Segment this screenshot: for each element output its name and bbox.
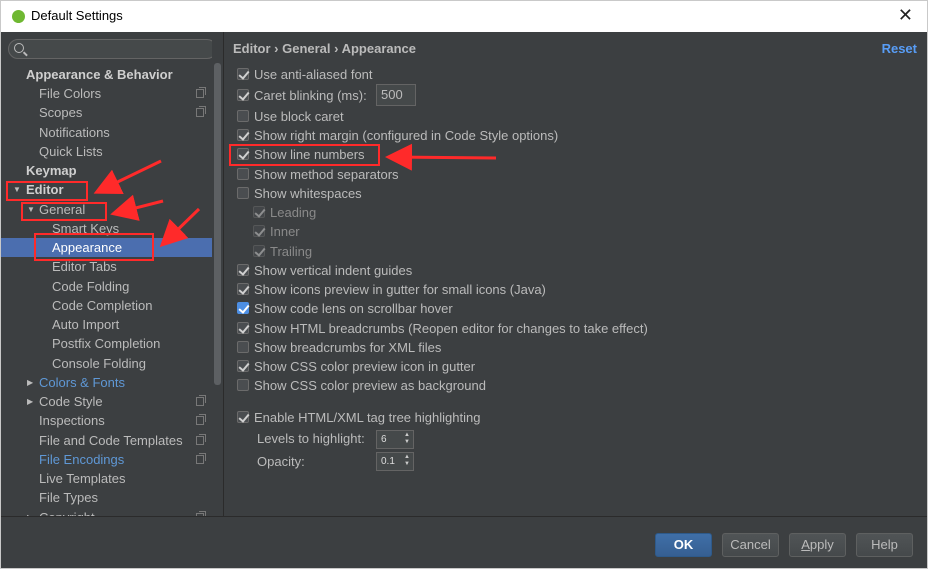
sidebar-item-keymap[interactable]: Keymap (1, 161, 212, 180)
sidebar-item-appearance-behavior[interactable]: Appearance & Behavior (1, 65, 212, 84)
search-icon (14, 43, 24, 53)
collapse-arrow-icon[interactable]: ▶ (27, 508, 33, 516)
search-input[interactable] (8, 39, 212, 59)
project-scope-icon (196, 434, 206, 445)
checkbox[interactable] (237, 187, 249, 199)
sidebar-item-colors-fonts[interactable]: ▶ Colors & Fonts (1, 373, 212, 392)
project-scope-icon (196, 87, 206, 98)
ok-button[interactable]: OK (655, 533, 712, 557)
close-icon[interactable]: ✕ (898, 5, 913, 25)
android-studio-icon (12, 10, 25, 23)
project-scope-icon (196, 414, 206, 425)
spinner-arrows-icon[interactable]: ▲ ▼ (403, 454, 411, 469)
cancel-button[interactable]: Cancel (722, 533, 779, 557)
sidebar-item-auto-import[interactable]: Auto Import (1, 315, 212, 334)
opacity-spinner[interactable]: 0.1 ▲ ▼ (376, 452, 414, 471)
checkbox[interactable] (237, 341, 249, 353)
checkbox[interactable] (253, 225, 265, 237)
sidebar-scrollbar[interactable] (214, 63, 221, 385)
checkbox[interactable] (237, 360, 249, 372)
project-scope-icon (196, 106, 206, 117)
checkbox[interactable] (237, 322, 249, 334)
sidebar-item-file-encodings[interactable]: File Encodings (1, 450, 212, 469)
checkbox[interactable] (253, 206, 265, 218)
sidebar-item-code-completion[interactable]: Code Completion (1, 296, 212, 315)
checkbox[interactable] (237, 89, 249, 101)
sidebar-item-notifications[interactable]: Notifications (1, 123, 212, 142)
dialog-footer: OK Cancel Apply Help (1, 517, 927, 568)
annotation-box-appearance (34, 233, 154, 261)
checkbox[interactable] (237, 68, 249, 80)
annotation-box-editor (6, 181, 88, 201)
collapse-arrow-icon[interactable]: ▶ (27, 392, 33, 411)
checkbox[interactable] (237, 168, 249, 180)
sidebar-item-code-folding[interactable]: Code Folding (1, 277, 212, 296)
help-button[interactable]: Help (856, 533, 913, 557)
collapse-arrow-icon[interactable]: ▶ (27, 373, 33, 392)
caret-blinking-input[interactable]: 500 (376, 84, 416, 106)
apply-button[interactable]: Apply (789, 533, 846, 557)
sidebar-item-file-colors[interactable]: File Colors (1, 84, 212, 103)
settings-sidebar: Appearance & Behavior File Colors Scopes… (1, 32, 212, 516)
title-bar: Default Settings ✕ (1, 1, 927, 32)
sidebar-item-code-style[interactable]: ▶ Code Style (1, 392, 212, 411)
appearance-panel: Editor › General › Appearance Reset Use … (223, 32, 927, 516)
sidebar-item-copyright[interactable]: ▶ Copyright (1, 508, 212, 516)
sidebar-item-file-types[interactable]: File Types (1, 488, 212, 507)
checkbox[interactable] (253, 245, 265, 257)
checkbox[interactable] (237, 283, 249, 295)
sidebar-item-file-code-templates[interactable]: File and Code Templates (1, 431, 212, 450)
sidebar-item-postfix-completion[interactable]: Postfix Completion (1, 334, 212, 353)
sidebar-item-inspections[interactable]: Inspections (1, 411, 212, 430)
levels-spinner[interactable]: 6 ▲ ▼ (376, 430, 414, 449)
annotation-box-general (21, 202, 107, 221)
window-title: Default Settings (31, 8, 123, 23)
reset-link[interactable]: Reset (882, 41, 917, 56)
annotation-box-line-numbers (229, 144, 380, 166)
checkbox[interactable] (237, 302, 249, 314)
sidebar-item-quick-lists[interactable]: Quick Lists (1, 142, 212, 161)
checkbox[interactable] (237, 264, 249, 276)
spinner-arrows-icon[interactable]: ▲ ▼ (403, 432, 411, 447)
project-scope-icon (196, 395, 206, 406)
breadcrumb: Editor › General › Appearance (233, 41, 417, 56)
sidebar-item-scopes[interactable]: Scopes (1, 103, 212, 122)
project-scope-icon (196, 453, 206, 464)
sidebar-item-console-folding[interactable]: Console Folding (1, 354, 212, 373)
checkbox[interactable] (237, 110, 249, 122)
settings-dialog: Default Settings ✕ Appearance & Behavior… (0, 0, 928, 569)
sidebar-item-live-templates[interactable]: Live Templates (1, 469, 212, 488)
checkbox[interactable] (237, 379, 249, 391)
checkbox[interactable] (237, 129, 249, 141)
checkbox[interactable] (237, 411, 249, 423)
